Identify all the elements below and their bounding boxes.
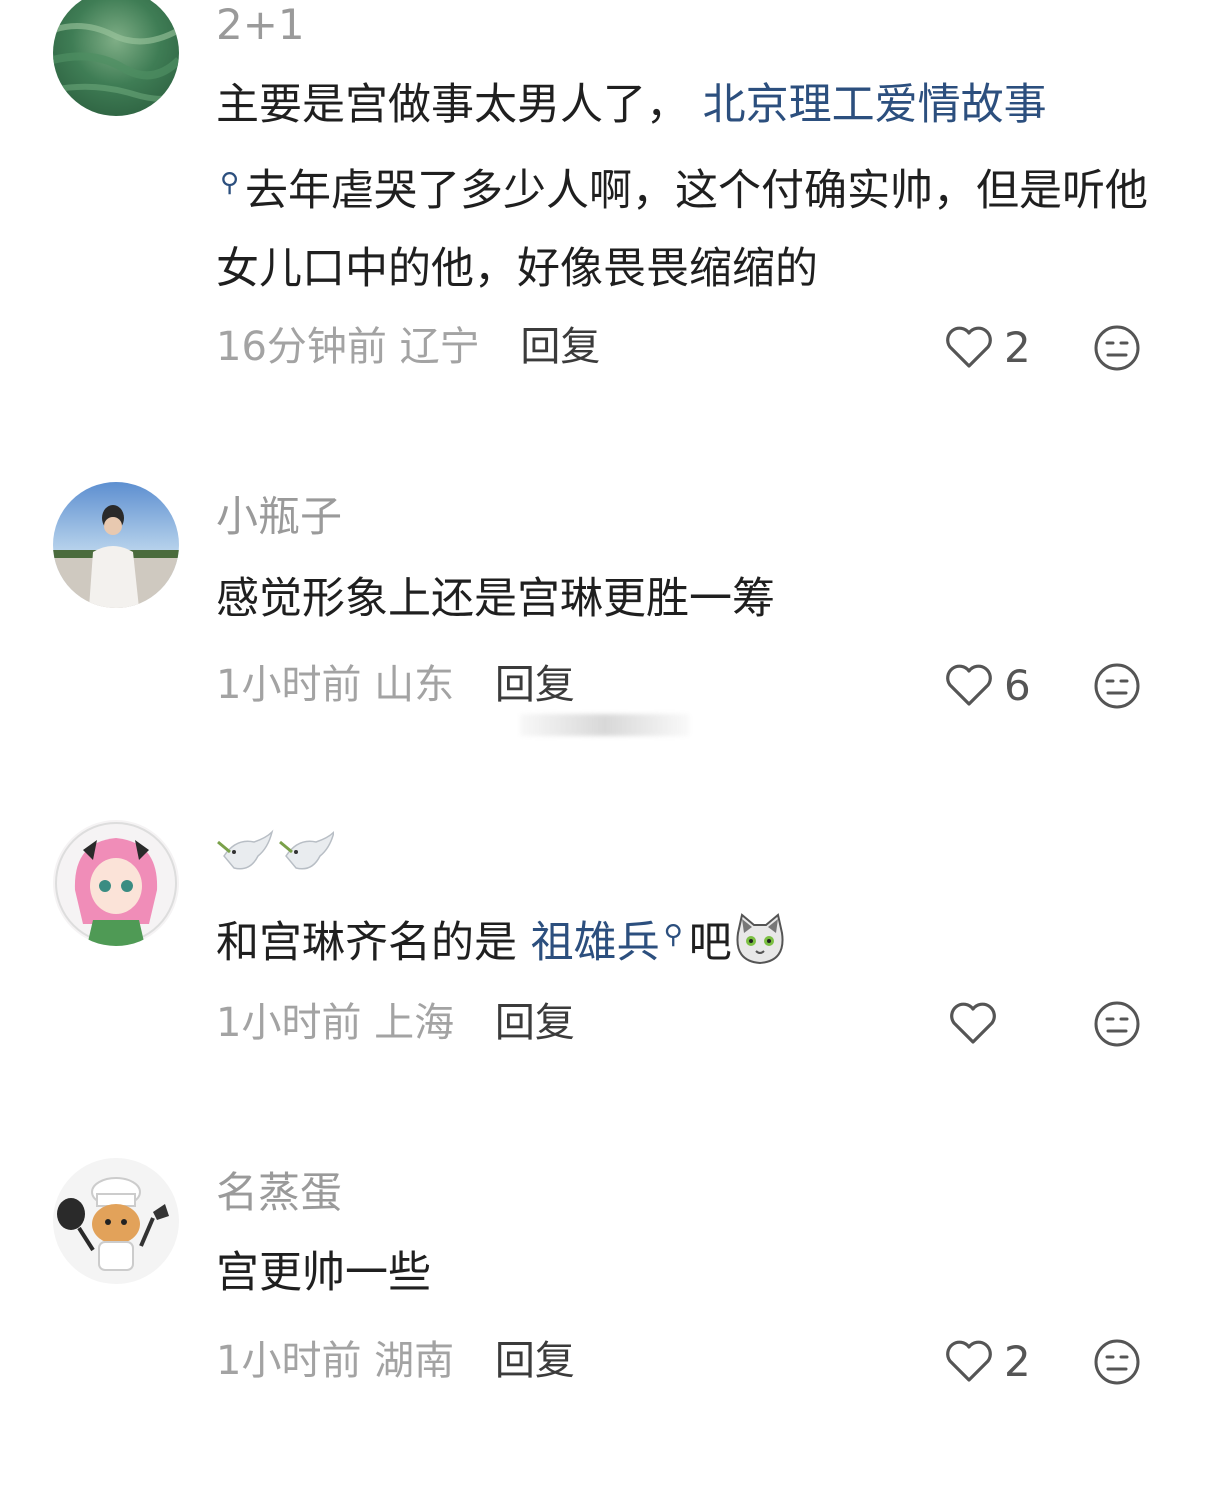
comment-item: 2+1 主要是宫做事太男人了， 北京理工爱情故事 ⚲ 去年虐哭了多少人啊，这个付确实…: [0, 0, 1216, 372]
like-button[interactable]: 6: [944, 660, 1031, 710]
comment-meta: 1小时前 上海 回复: [216, 998, 575, 1048]
username[interactable]: 名蒸蛋: [216, 1168, 342, 1218]
anime-girl-avatar-icon: [53, 820, 179, 946]
comment-item: 名蒸蛋 宫更帅一些 1小时前 湖南 回复 2: [0, 1158, 1216, 1498]
region: 湖南: [374, 1338, 455, 1384]
comment-text: 和宫琳齐名的是 祖雄兵 ⚲ 吧: [216, 896, 1166, 982]
heart-outline-icon: [946, 326, 992, 368]
heart-outline-icon: [946, 664, 992, 706]
like-count: 2: [1004, 322, 1031, 372]
comment-text-part: 和宫琳齐名的是: [216, 918, 517, 968]
cat-emoji-icon: [736, 913, 784, 965]
user-avatar[interactable]: [53, 820, 179, 946]
comment-meta: 1小时前 山东 回复: [216, 660, 575, 710]
comment-text-part: 去年虐哭了多少人啊，这个付确实帅，但是听他女儿口中的他，好像畏畏缩缩的: [216, 166, 1149, 294]
reply-button[interactable]: 回复: [495, 1000, 575, 1046]
like-count: 2: [1004, 1336, 1031, 1386]
dove-emoji-icon: [214, 828, 336, 882]
topic-link[interactable]: 祖雄兵: [531, 918, 660, 968]
comment-text: 主要是宫做事太男人了， 北京理工爱情故事 ⚲ 去年虐哭了多少人啊，这个付确实帅，但是…: [216, 66, 1166, 308]
region: 山东: [374, 662, 455, 708]
user-avatar[interactable]: [53, 482, 179, 608]
reply-button[interactable]: 回复: [495, 662, 575, 708]
neutral-face-icon[interactable]: [1093, 662, 1141, 710]
chef-cat-avatar-icon: [53, 1158, 179, 1284]
heart-outline-icon: [946, 1340, 992, 1382]
comment-meta: 1小时前 湖南 回复: [216, 1336, 575, 1386]
search-icon: ⚲: [663, 920, 683, 950]
username[interactable]: 小瓶子: [216, 492, 342, 542]
comment-item: 小瓶子 感觉形象上还是宫琳更胜一筹 1小时前 山东 回复 6: [0, 482, 1216, 822]
timestamp: 16分钟前: [216, 324, 387, 370]
region: 辽宁: [399, 324, 480, 370]
reply-button[interactable]: 回复: [495, 1338, 575, 1384]
person-sky-avatar-icon: [53, 482, 179, 608]
neutral-face-icon[interactable]: [1093, 324, 1141, 372]
comment-text: 宫更帅一些: [216, 1248, 431, 1298]
timestamp: 1小时前: [216, 1000, 362, 1046]
like-button[interactable]: 2: [944, 322, 1031, 372]
region: 上海: [374, 1000, 455, 1046]
comment-meta: 16分钟前 辽宁 回复: [216, 322, 600, 372]
topic-link[interactable]: 北京理工爱情故事: [703, 80, 1047, 130]
search-icon: ⚲: [220, 168, 240, 198]
user-avatar[interactable]: [53, 0, 179, 116]
green-landscape-avatar-icon: [53, 0, 179, 116]
like-button[interactable]: [944, 998, 1008, 1048]
neutral-face-icon[interactable]: [1093, 1338, 1141, 1386]
neutral-face-icon[interactable]: [1093, 1000, 1141, 1048]
comment-item: 和宫琳齐名的是 祖雄兵 ⚲ 吧 1小时前 上海 回复: [0, 820, 1216, 1160]
comment-text-part: 吧: [688, 918, 732, 968]
user-avatar[interactable]: [53, 1158, 179, 1284]
reply-button[interactable]: 回复: [520, 324, 600, 370]
comment-text-part: 主要是宫做事太男人了，: [216, 80, 689, 130]
username[interactable]: 2+1: [216, 0, 305, 50]
timestamp: 1小时前: [216, 662, 362, 708]
comment-text: 感觉形象上还是宫琳更胜一筹: [216, 574, 775, 624]
timestamp: 1小时前: [216, 1338, 362, 1384]
like-button[interactable]: 2: [944, 1336, 1031, 1386]
heart-outline-icon: [950, 1002, 996, 1044]
image-artifact: [520, 714, 690, 736]
like-count: 6: [1004, 660, 1031, 710]
